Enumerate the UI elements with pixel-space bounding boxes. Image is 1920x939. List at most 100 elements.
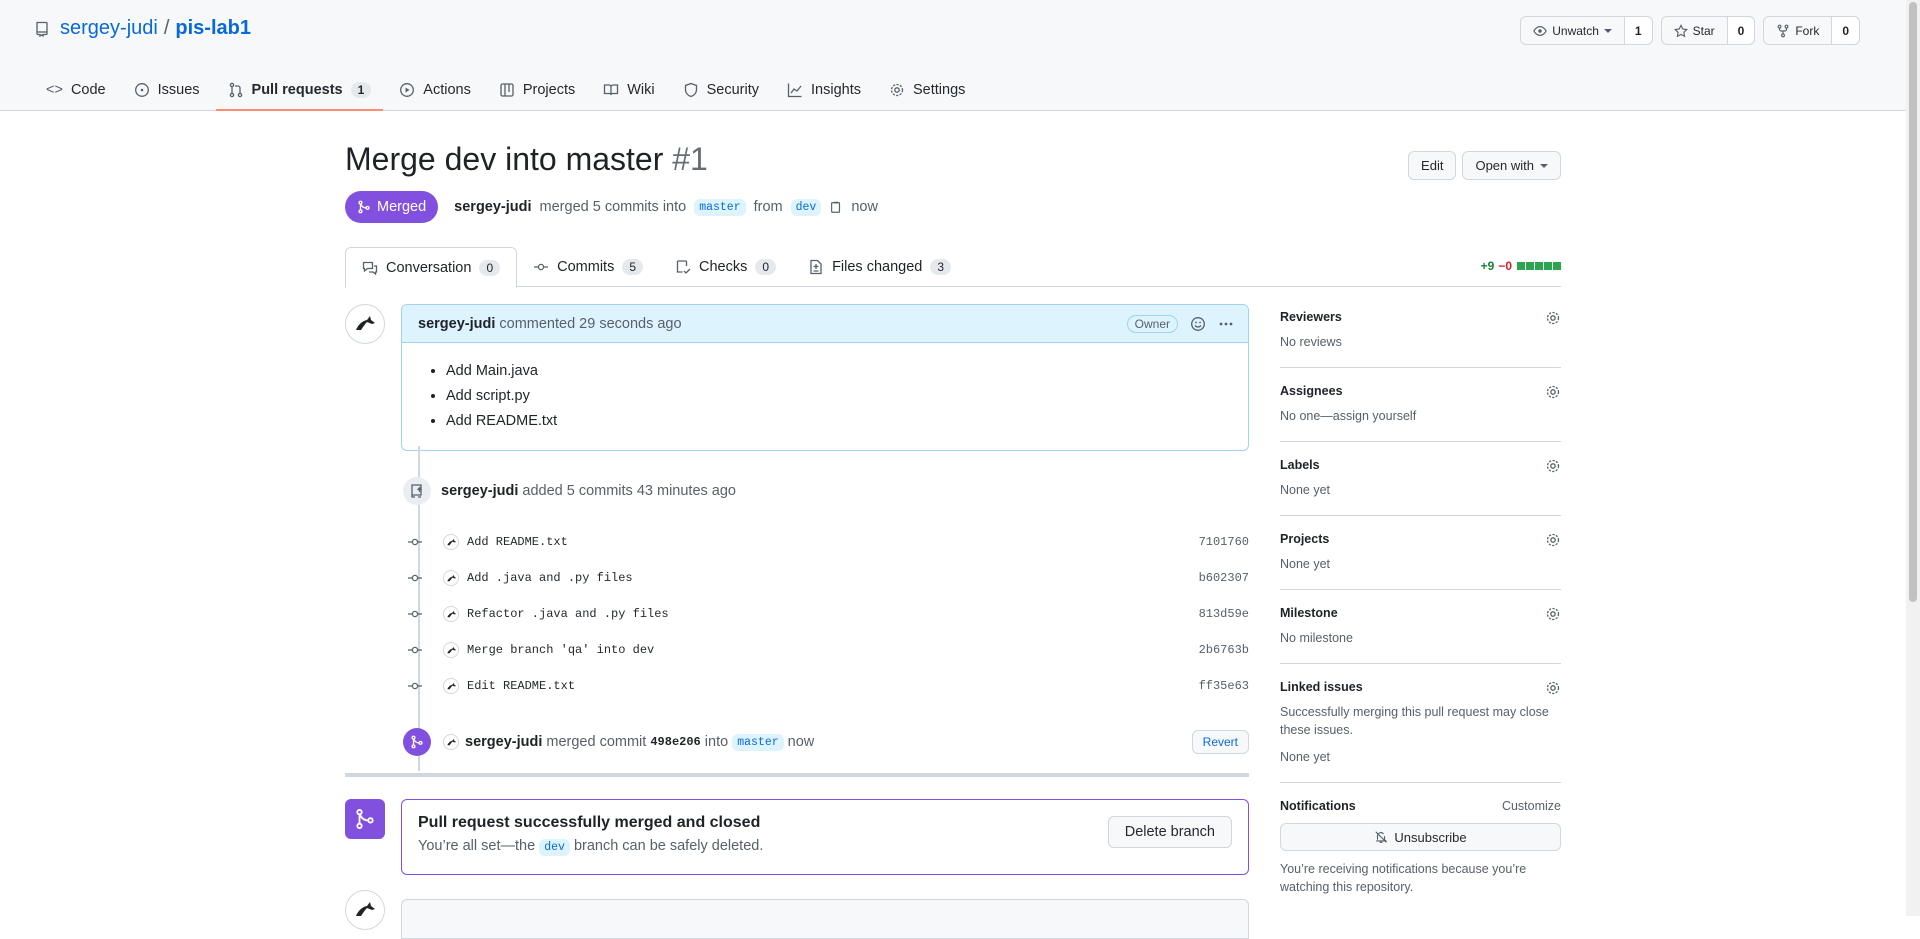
delete-branch-button[interactable]: Delete branch bbox=[1107, 816, 1232, 848]
fork-button-group[interactable]: Fork 0 bbox=[1763, 16, 1860, 45]
horse-avatar-icon bbox=[356, 902, 375, 916]
projects-title[interactable]: Projects bbox=[1280, 532, 1561, 546]
commit-sha-link[interactable]: 2b6763b bbox=[1199, 643, 1249, 657]
milestone-value: No milestone bbox=[1280, 631, 1353, 645]
copy-icon[interactable] bbox=[829, 200, 843, 214]
comment-timestamp[interactable]: commented 29 seconds ago bbox=[499, 316, 681, 332]
commit-sha-link[interactable]: 813d59e bbox=[1199, 607, 1249, 621]
file-diff-icon bbox=[810, 259, 822, 275]
sidebar-milestone: Milestone No milestone bbox=[1280, 590, 1561, 664]
avatar[interactable] bbox=[443, 606, 459, 622]
tab-checks[interactable]: Checks 0 bbox=[659, 247, 792, 287]
commit-message-link[interactable]: Add .java and .py files bbox=[467, 571, 633, 585]
avatar[interactable] bbox=[443, 642, 459, 658]
tab-conversation[interactable]: Conversation 0 bbox=[345, 247, 518, 288]
star-label: Star bbox=[1692, 23, 1715, 38]
labels-title[interactable]: Labels bbox=[1280, 458, 1561, 472]
customize-link[interactable]: Customize bbox=[1502, 799, 1561, 813]
diffstat-bar bbox=[1516, 259, 1561, 273]
comment-author-link[interactable]: sergey-judi bbox=[418, 316, 495, 332]
commit-row: Merge branch 'qa' into dev 2b6763b bbox=[407, 640, 1249, 660]
merge-target-branch[interactable]: master bbox=[732, 733, 784, 751]
revert-button[interactable]: Revert bbox=[1191, 730, 1249, 754]
edit-button[interactable]: Edit bbox=[1408, 151, 1457, 180]
tab-actions[interactable]: Actions bbox=[387, 70, 483, 110]
tab-security-label: Security bbox=[706, 82, 760, 98]
avatar[interactable] bbox=[443, 570, 459, 586]
tab-files-changed-label: Files changed bbox=[832, 259, 923, 275]
avatar[interactable] bbox=[443, 534, 459, 550]
repo-header: sergey-judi / pis-lab1 Unwatch 1 Star 0 … bbox=[0, 0, 1906, 111]
avatar[interactable] bbox=[443, 734, 459, 750]
tab-commits[interactable]: Commits 5 bbox=[517, 247, 659, 287]
unwatch-button-group[interactable]: Unwatch 1 bbox=[1520, 16, 1653, 45]
commit-message-link[interactable]: Edit README.txt bbox=[467, 679, 575, 693]
commit-message-link[interactable]: Merge branch 'qa' into dev bbox=[467, 643, 654, 657]
commit-icon bbox=[408, 610, 422, 618]
deletable-branch[interactable]: dev bbox=[539, 839, 570, 856]
tab-projects[interactable]: Projects bbox=[487, 70, 587, 110]
conversation-count: 0 bbox=[479, 259, 501, 276]
open-with-button[interactable]: Open with bbox=[1462, 151, 1561, 180]
commit-sha-link[interactable]: 7101760 bbox=[1199, 535, 1249, 549]
assignees-title[interactable]: Assignees bbox=[1280, 384, 1561, 398]
pr-author-link[interactable]: sergey-judi bbox=[454, 199, 531, 215]
commit-message-link[interactable]: Add README.txt bbox=[467, 535, 568, 549]
stars-count[interactable]: 0 bbox=[1727, 17, 1755, 44]
tab-security[interactable]: Security bbox=[671, 70, 771, 110]
forks-count[interactable]: 0 bbox=[1832, 17, 1859, 44]
head-branch[interactable]: dev bbox=[790, 198, 822, 216]
commit-message-link[interactable]: Refactor .java and .py files bbox=[467, 607, 669, 621]
base-branch[interactable]: master bbox=[694, 198, 746, 216]
fork-button[interactable]: Fork bbox=[1764, 17, 1833, 44]
avatar[interactable] bbox=[345, 304, 385, 344]
tab-code-label: Code bbox=[70, 82, 106, 98]
issue-icon bbox=[134, 83, 149, 97]
merge-event-author[interactable]: sergey-judi bbox=[465, 734, 542, 750]
gear-icon[interactable] bbox=[1545, 458, 1561, 474]
repo-owner-link[interactable]: sergey-judi bbox=[60, 17, 158, 40]
tab-conversation-label: Conversation bbox=[386, 259, 472, 276]
reviewers-value: No reviews bbox=[1280, 335, 1342, 349]
merge-event-text: merged commit bbox=[546, 734, 647, 750]
tab-wiki[interactable]: Wiki bbox=[591, 70, 666, 110]
avatar[interactable] bbox=[443, 678, 459, 694]
tab-code[interactable]: <> Code bbox=[34, 70, 118, 110]
gear-icon[interactable] bbox=[1545, 680, 1561, 696]
star-button[interactable]: Star bbox=[1662, 17, 1728, 44]
scrollbar-thumb[interactable] bbox=[1909, 2, 1917, 602]
tab-pull-requests[interactable]: Pull requests 1 bbox=[215, 70, 384, 111]
tab-files-changed[interactable]: Files changed 3 bbox=[792, 247, 967, 287]
comment-body: Add Main.java Add script.py Add README.t… bbox=[402, 343, 1248, 450]
gear-icon[interactable] bbox=[1545, 384, 1561, 400]
merge-status-text-before: You’re all set—the bbox=[418, 838, 536, 854]
sidebar-projects: Projects None yet bbox=[1280, 516, 1561, 590]
page-scrollbar[interactable] bbox=[1906, 0, 1920, 916]
kebab-horizontal-icon[interactable] bbox=[1218, 316, 1234, 332]
eye-icon bbox=[1533, 25, 1547, 36]
commit-sha-link[interactable]: b602307 bbox=[1199, 571, 1249, 585]
tab-insights[interactable]: Insights bbox=[775, 70, 873, 110]
watchers-count[interactable]: 1 bbox=[1624, 17, 1652, 44]
assignees-value[interactable]: No one—assign yourself bbox=[1280, 407, 1561, 425]
repo-name-link[interactable]: pis-lab1 bbox=[175, 17, 251, 40]
gear-icon[interactable] bbox=[1545, 606, 1561, 622]
smiley-icon[interactable] bbox=[1190, 316, 1206, 332]
unsubscribe-button[interactable]: Unsubscribe bbox=[1280, 823, 1561, 851]
tab-settings[interactable]: Settings bbox=[877, 70, 977, 110]
gear-icon[interactable] bbox=[1545, 310, 1561, 326]
merge-commit-sha[interactable]: 498e206 bbox=[650, 735, 700, 749]
gear-icon[interactable] bbox=[1545, 532, 1561, 548]
merge-status-box: Pull request successfully merged and clo… bbox=[401, 799, 1249, 875]
checklist-icon bbox=[676, 260, 691, 274]
tab-issues[interactable]: Issues bbox=[122, 70, 212, 110]
tab-projects-label: Projects bbox=[522, 82, 576, 98]
unwatch-button[interactable]: Unwatch bbox=[1521, 17, 1625, 44]
milestone-title[interactable]: Milestone bbox=[1280, 606, 1561, 620]
commits-event-author[interactable]: sergey-judi bbox=[441, 483, 518, 499]
commit-sha-link[interactable]: ff35e63 bbox=[1199, 679, 1249, 693]
linked-issues-title[interactable]: Linked issues bbox=[1280, 680, 1561, 694]
star-button-group[interactable]: Star 0 bbox=[1660, 16, 1756, 45]
reviewers-title[interactable]: Reviewers bbox=[1280, 310, 1561, 324]
avatar[interactable] bbox=[345, 890, 385, 930]
